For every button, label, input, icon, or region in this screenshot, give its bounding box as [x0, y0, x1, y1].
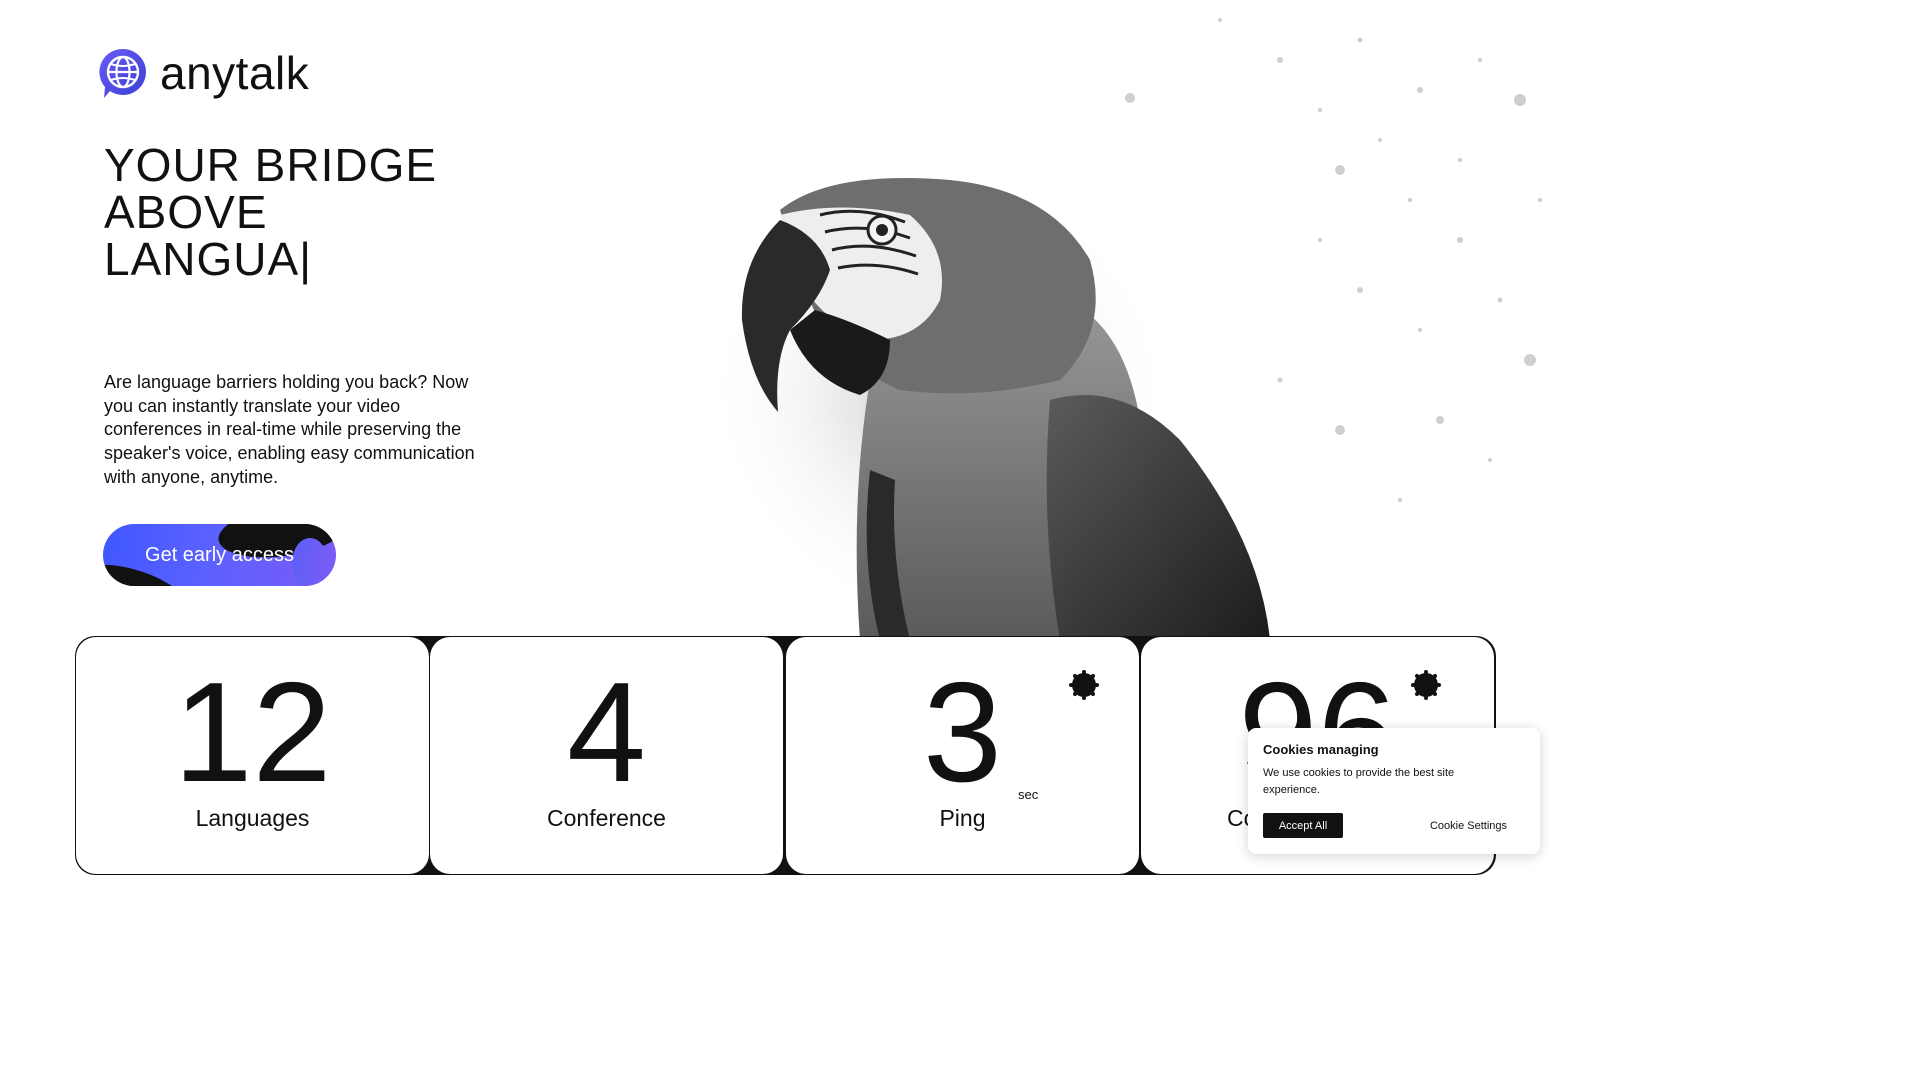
brand-name: anytalk	[160, 47, 310, 99]
stat-card-conference: 4 Conference	[430, 637, 783, 874]
cta-label: Get early access	[145, 544, 294, 566]
accept-all-button[interactable]: Accept All	[1263, 813, 1343, 838]
starburst-icon	[1411, 670, 1441, 700]
get-early-access-button[interactable]: Get early access	[103, 524, 336, 586]
hero-title-line-3: LANGUA	[104, 233, 300, 285]
stat-label: Ping	[939, 805, 986, 831]
hero-title-line-1: YOUR BRIDGE	[104, 139, 438, 191]
hero-description: Are language barriers holding you back? …	[104, 372, 475, 487]
globe-chat-icon	[99, 48, 146, 98]
cookie-text: We use cookies to provide the best site …	[1263, 767, 1455, 796]
cookie-settings-button[interactable]: Cookie Settings	[1430, 813, 1507, 838]
stat-card-languages: 12 Languages	[76, 637, 429, 874]
typing-caret: |	[299, 233, 313, 285]
stat-label: Conference	[547, 805, 666, 831]
stat-unit: sec	[1018, 787, 1039, 802]
cookie-banner: Cookies managing We use cookies to provi…	[1248, 728, 1540, 854]
stat-value: 4	[567, 653, 646, 812]
hero-title: YOUR BRIDGE ABOVE LANGUA|	[104, 142, 564, 283]
hero-title-line-2: ABOVE	[104, 186, 268, 238]
stat-label: Languages	[195, 805, 310, 831]
cookie-title: Cookies managing	[1263, 742, 1379, 757]
stat-card-ping: 3 Ping sec	[786, 637, 1139, 874]
stat-value: 12	[173, 653, 332, 812]
parrot-photo	[720, 18, 1542, 640]
starburst-icon	[1069, 670, 1099, 700]
brand-logo[interactable]: anytalk	[98, 46, 309, 100]
